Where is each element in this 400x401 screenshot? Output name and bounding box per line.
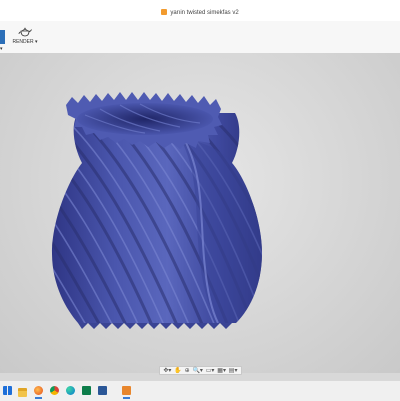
chrome-icon[interactable] <box>50 386 59 395</box>
3d-viewport[interactable] <box>0 53 400 373</box>
render-label: RENDER ▾ <box>12 39 38 45</box>
vase-model[interactable] <box>0 53 400 373</box>
grid-settings-icon[interactable]: ▦▾ <box>217 367 226 375</box>
design-tool-label[interactable]: ▾ <box>0 46 3 52</box>
pan-icon[interactable]: ✋ <box>174 367 181 375</box>
window-title-text: yarıin twisted simekfas v2 <box>170 10 239 16</box>
mail-icon[interactable] <box>82 386 91 395</box>
navigation-bar: ✥▾ ✋ ⊕ 🔍▾ ▭▾ ▦▾ ▤▾ <box>159 366 242 375</box>
orbit-icon[interactable]: ✥▾ <box>163 367 171 375</box>
toolbar: ▾ RENDER ▾ <box>0 21 400 54</box>
taskbar <box>0 380 400 401</box>
firefox-icon[interactable] <box>34 386 43 399</box>
zoom-icon[interactable]: ⊕ <box>185 367 190 375</box>
viewports-icon[interactable]: ▤▾ <box>229 367 238 375</box>
windows-icon[interactable] <box>3 386 12 395</box>
file-icon <box>161 9 168 15</box>
edge-icon[interactable] <box>66 386 75 395</box>
teapot-icon <box>18 27 32 37</box>
display-settings-icon[interactable]: ▭▾ <box>206 367 215 375</box>
word-icon[interactable] <box>98 386 107 395</box>
file-explorer-icon[interactable] <box>18 388 27 397</box>
title-bar: yarıin twisted simekfas v2 <box>0 0 400 22</box>
fusion-360-icon[interactable] <box>122 386 131 399</box>
render-button[interactable]: RENDER ▾ <box>12 24 38 52</box>
window-title: yarıin twisted simekfas v2 <box>0 9 400 16</box>
fit-icon[interactable]: 🔍▾ <box>192 367 202 375</box>
design-tool-icon[interactable] <box>0 30 5 44</box>
